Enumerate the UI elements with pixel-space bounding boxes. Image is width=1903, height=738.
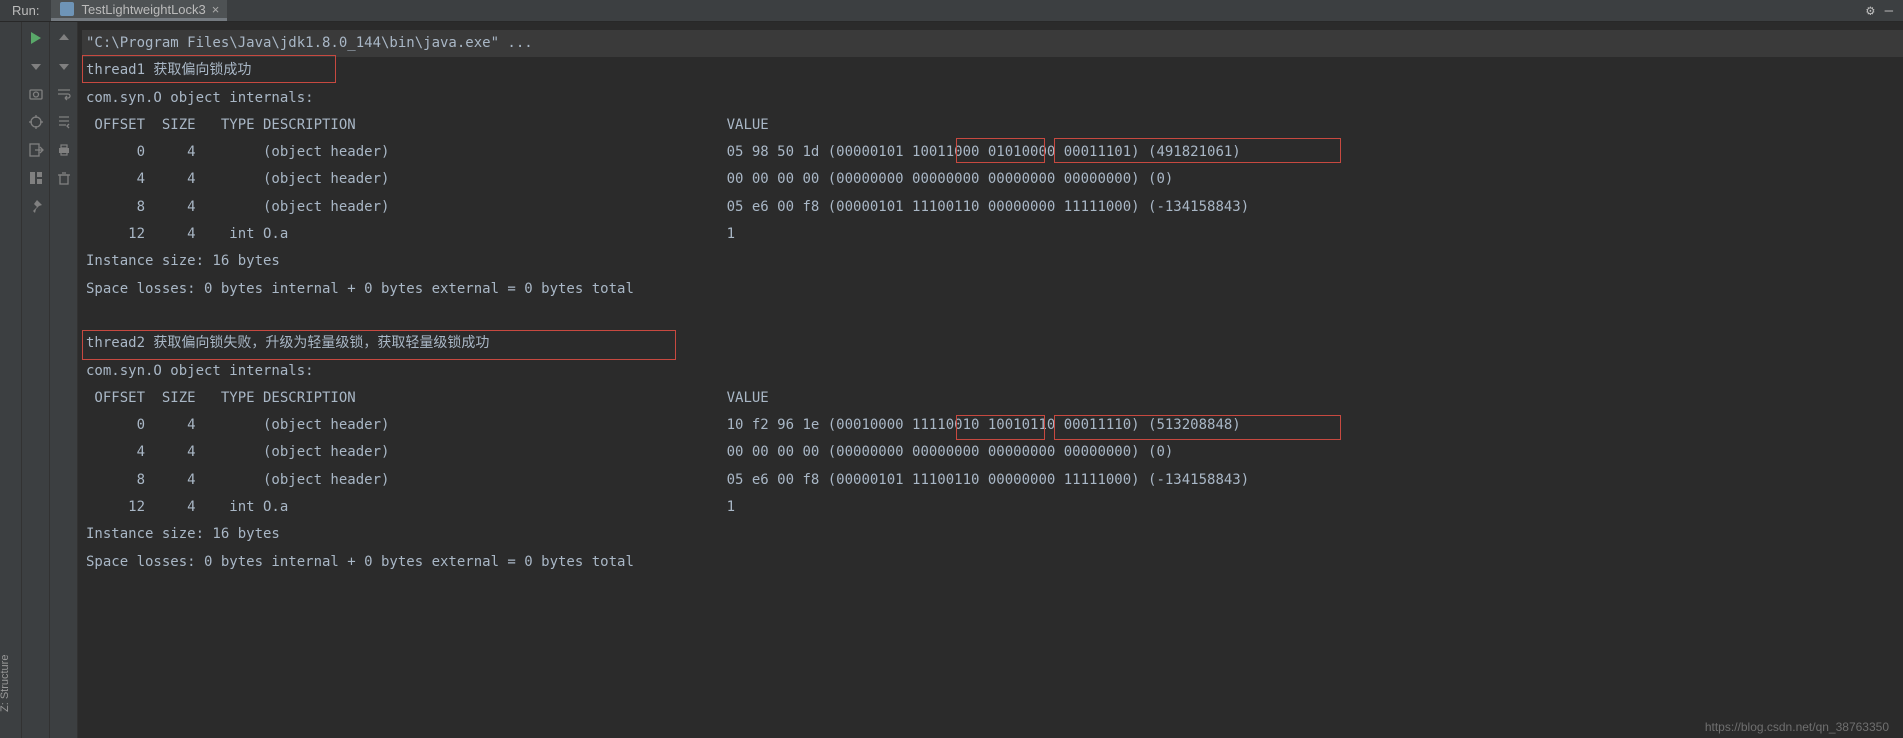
table-header-1: OFFSET SIZE TYPE DESCRIPTION VALUE [82,112,1903,139]
gear-icon[interactable]: ⚙ [1866,3,1874,19]
run-tab[interactable]: TestLightweightLock3 × [51,0,227,21]
close-icon[interactable]: × [212,2,220,17]
row-2c: 8 4 (object header) 05 e6 00 f8 (0000010… [82,467,1903,494]
space-losses-2: Space losses: 0 bytes internal + 0 bytes… [82,549,1903,576]
down-arrow-2-icon[interactable] [56,58,72,74]
layout-icon[interactable] [28,170,44,186]
instance-size-2: Instance size: 16 bytes [82,521,1903,548]
tab-title: TestLightweightLock3 [81,2,205,17]
console-toolbar-col [50,22,78,738]
scroll-to-end-icon[interactable] [56,114,72,130]
row-2b: 4 4 (object header) 00 00 00 00 (0000000… [82,439,1903,466]
pin-icon[interactable] [28,198,44,214]
run-actions-col [22,22,50,738]
table-header-2: OFFSET SIZE TYPE DESCRIPTION VALUE [82,385,1903,412]
row-2d: 12 4 int O.a 1 [82,494,1903,521]
up-arrow-icon[interactable] [56,30,72,46]
row-1d: 12 4 int O.a 1 [82,221,1903,248]
space-losses-1: Space losses: 0 bytes internal + 0 bytes… [82,276,1903,303]
exit-icon[interactable] [28,142,44,158]
console-output[interactable]: "C:\Program Files\Java\jdk1.8.0_144\bin\… [78,22,1903,738]
blank-1 [82,303,1903,330]
instance-size-1: Instance size: 16 bytes [82,248,1903,275]
row-1a: 0 4 (object header) 05 98 50 1d (0000010… [82,139,1903,166]
java-file-icon [59,1,75,17]
title-bar: Run: TestLightweightLock3 × ⚙ — [0,0,1903,22]
trash-icon[interactable] [56,170,72,186]
internals-2: com.syn.O object internals: [82,358,1903,385]
thread2-msg: thread2 获取偏向锁失败，升级为轻量级锁，获取轻量级锁成功 [82,330,1903,357]
internals-1: com.syn.O object internals: [82,85,1903,112]
debug-icon[interactable] [28,114,44,130]
row-1b: 4 4 (object header) 00 00 00 00 (0000000… [82,166,1903,193]
watermark: https://blog.csdn.net/qn_38763350 [1705,720,1889,734]
run-label: Run: [0,3,51,18]
main-area: Z: Structure "C:\Program Files\Java\jdk1… [0,22,1903,738]
thread1-msg: thread1 获取偏向锁成功 [82,57,1903,84]
structure-tool-label[interactable]: Z: Structure [0,655,11,712]
play-icon[interactable] [28,30,44,46]
row-1c: 8 4 (object header) 05 e6 00 f8 (0000010… [82,194,1903,221]
left-gutter: Z: Structure [0,22,22,738]
down-arrow-icon[interactable] [28,58,44,74]
print-icon[interactable] [56,142,72,158]
cmd-line: "C:\Program Files\Java\jdk1.8.0_144\bin\… [82,30,1903,57]
camera-icon[interactable] [28,86,44,102]
minimize-icon[interactable]: — [1885,3,1893,19]
row-2a: 0 4 (object header) 10 f2 96 1e (0001000… [82,412,1903,439]
soft-wrap-icon[interactable] [56,86,72,102]
